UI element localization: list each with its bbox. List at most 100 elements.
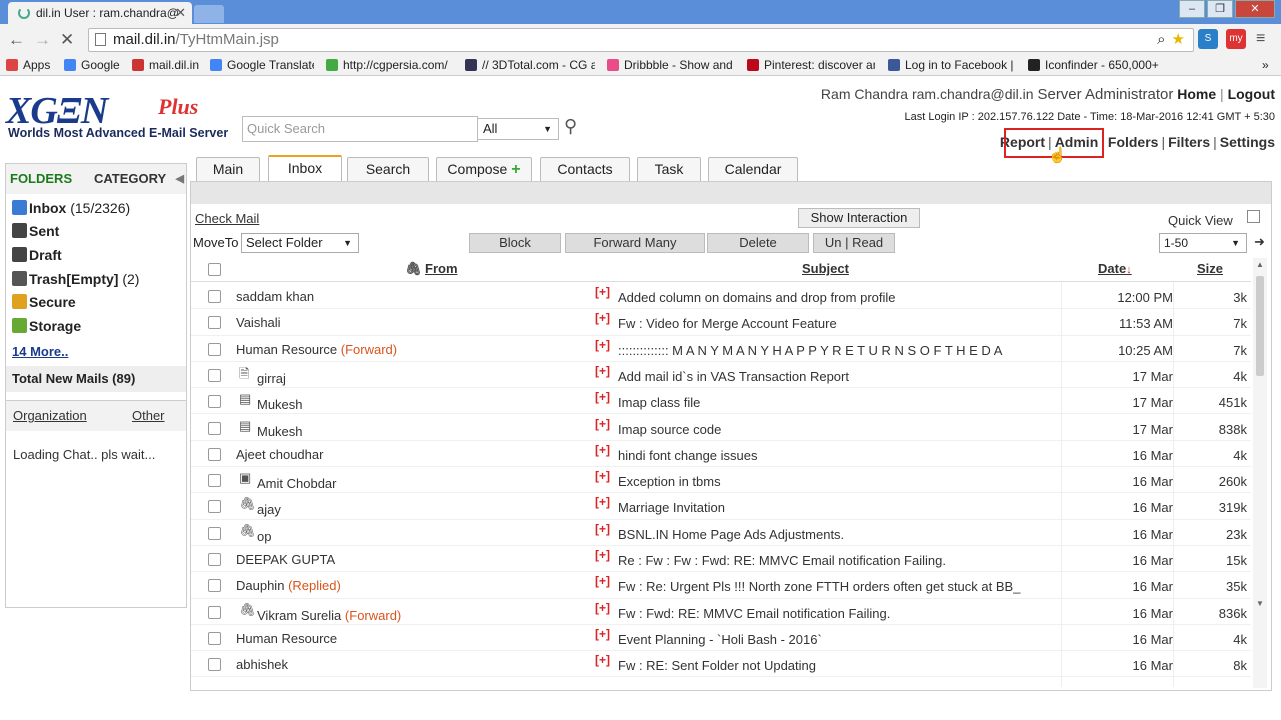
back-icon[interactable]: ←	[8, 30, 25, 50]
category-tab[interactable]: CATEGORY	[94, 164, 166, 194]
expand-flag-icon[interactable]: [+]	[595, 627, 610, 641]
from-column-header[interactable]: From	[425, 261, 458, 276]
search-scope-select[interactable]: All ▼	[477, 118, 559, 140]
message-from[interactable]: DEEPAK GUPTA	[236, 552, 335, 567]
tab-main[interactable]: Main	[196, 157, 260, 181]
message-checkbox[interactable]	[208, 474, 221, 488]
folder-draft[interactable]: Draft	[12, 247, 62, 263]
message-checkbox[interactable]	[208, 342, 221, 356]
bookmark-item[interactable]: // 3DTotal.com - CG a	[465, 58, 595, 72]
read-unread-button[interactable]: Un | Read	[813, 233, 895, 253]
message-subject[interactable]: Imap class file	[618, 395, 1058, 410]
address-bar[interactable]: mail.dil.in/TyHtmMain.jsp ⌕ ★	[88, 28, 1194, 52]
bookmark-item[interactable]: Pinterest: discover anc	[747, 58, 875, 72]
bookmark-item[interactable]: Iconfinder - 650,000+	[1028, 58, 1160, 72]
bookmark-item[interactable]: http://cgpersia.com/	[326, 58, 452, 72]
message-subject[interactable]: :::::::::::::: M A N Y M A N Y H A P P Y…	[618, 343, 1058, 358]
message-subject[interactable]: BSNL.IN Home Page Ads Adjustments.	[618, 527, 1058, 542]
scroll-thumb[interactable]	[1256, 276, 1264, 376]
folder-storage[interactable]: Storage	[12, 318, 81, 334]
delete-button[interactable]: Delete	[707, 233, 809, 253]
search-icon[interactable]: ⚲	[564, 116, 586, 140]
message-subject[interactable]: Exception in tbms	[618, 474, 1058, 489]
quick-search-input[interactable]: Quick Search	[242, 116, 478, 142]
message-checkbox[interactable]	[208, 553, 221, 566]
expand-flag-icon[interactable]: [+]	[595, 311, 610, 325]
expand-flag-icon[interactable]: [+]	[595, 417, 610, 431]
filters-link[interactable]: Filters	[1168, 134, 1210, 150]
read-link[interactable]: Read	[852, 235, 883, 250]
message-subject[interactable]: Fw : Video for Merge Account Feature	[618, 316, 1058, 331]
expand-flag-icon[interactable]: [+]	[595, 364, 610, 378]
home-link[interactable]: Home	[1177, 86, 1216, 102]
expand-flag-icon[interactable]: [+]	[595, 390, 610, 404]
message-from[interactable]: Mukesh	[257, 397, 303, 412]
size-column-header[interactable]: Size	[1197, 261, 1223, 276]
message-checkbox[interactable]	[208, 605, 221, 619]
quick-view-checkbox[interactable]	[1247, 210, 1260, 223]
message-from[interactable]: ajay	[257, 502, 281, 517]
browser-tab[interactable]: dil.in User : ram.chandra@ ✕	[8, 2, 192, 24]
select-all-checkbox[interactable]	[208, 263, 221, 276]
close-tab-icon[interactable]: ✕	[175, 2, 186, 24]
message-from[interactable]: Amit Chobdar	[257, 476, 336, 491]
settings-link[interactable]: Settings	[1220, 134, 1275, 150]
maximize-button[interactable]: ❐	[1207, 0, 1233, 18]
chat-tab-other[interactable]: Other	[132, 401, 165, 431]
message-checkbox[interactable]	[208, 421, 221, 435]
zoom-icon[interactable]: ⌕	[1157, 29, 1165, 51]
expand-flag-icon[interactable]: [+]	[595, 443, 610, 457]
new-tab-button[interactable]	[194, 5, 224, 23]
block-button[interactable]: Block	[469, 233, 561, 253]
message-row[interactable]: Dauphin (Replied) [+] Fw : Re: Urgent Pl…	[191, 572, 1251, 599]
message-checkbox[interactable]	[208, 658, 221, 672]
message-row[interactable]: Human Resource [+] Event Planning - `Hol…	[191, 625, 1251, 652]
message-subject[interactable]: Fw : RE: Sent Folder not Updating	[618, 658, 1058, 673]
message-row[interactable]: Ajeet choudhar [+] hindi font change iss…	[191, 441, 1251, 468]
tab-contacts[interactable]: Contacts	[540, 157, 630, 181]
message-row[interactable]: 🗎 girraj [+] Add mail id`s in VAS Transa…	[191, 362, 1251, 389]
message-row[interactable]: DEEPAK GUPTA [+] Re : Fw : Fw : Fwd: RE:…	[191, 546, 1251, 573]
bookmark-item[interactable]: Log in to Facebook | F	[888, 58, 1016, 72]
folders-tab[interactable]: FOLDERS	[10, 164, 72, 194]
move-to-select[interactable]: Select Folder ▼	[241, 233, 359, 253]
bookmark-item[interactable]: mail.dil.in	[132, 58, 204, 72]
expand-flag-icon[interactable]: [+]	[595, 601, 610, 615]
tab-compose[interactable]: Compose +	[436, 157, 532, 181]
message-from[interactable]: Vikram Surelia (Forward)	[257, 608, 401, 623]
message-checkbox[interactable]	[208, 290, 221, 303]
tab-search[interactable]: Search	[347, 157, 429, 181]
bookmark-item[interactable]: Apps	[6, 58, 60, 72]
message-from[interactable]: abhishek	[236, 657, 288, 672]
folder-inbox[interactable]: Inbox (15/2326)	[12, 200, 130, 216]
message-checkbox[interactable]	[208, 500, 221, 514]
minimize-button[interactable]: –	[1179, 0, 1205, 18]
close-window-button[interactable]: ✕	[1235, 0, 1275, 18]
expand-flag-icon[interactable]: [+]	[595, 653, 610, 667]
check-mail-link[interactable]: Check Mail	[195, 211, 259, 226]
message-from[interactable]: girraj	[257, 371, 286, 386]
show-interaction-button[interactable]: Show Interaction	[798, 208, 920, 228]
folder-secure[interactable]: Secure	[12, 294, 76, 310]
message-row[interactable]: saddam khan [+] Added column on domains …	[191, 283, 1251, 310]
message-subject[interactable]: Fw : Re: Urgent Pls !!! North zone FTTH …	[618, 579, 1058, 594]
message-from[interactable]: Mukesh	[257, 424, 303, 439]
logout-link[interactable]: Logout	[1228, 86, 1275, 102]
message-subject[interactable]: Added column on domains and drop from pr…	[618, 290, 1058, 305]
expand-flag-icon[interactable]: [+]	[595, 469, 610, 483]
message-row[interactable]: 🖇 op [+] BSNL.IN Home Page Ads Adjustmen…	[191, 520, 1251, 546]
expand-flag-icon[interactable]: [+]	[595, 285, 610, 299]
message-checkbox[interactable]	[208, 447, 221, 461]
tab-inbox[interactable]: Inbox	[268, 155, 342, 181]
message-row[interactable]: Vaishali [+] Fw : Video for Merge Accoun…	[191, 309, 1251, 336]
message-subject[interactable]: Re : Fw : Fw : Fwd: RE: MMVC Email notif…	[618, 553, 1058, 568]
message-from[interactable]: Vaishali	[236, 315, 281, 330]
subject-column-header[interactable]: Subject	[802, 261, 849, 276]
forward-many-button[interactable]: Forward Many	[565, 233, 705, 253]
expand-flag-icon[interactable]: [+]	[595, 495, 610, 509]
stop-icon[interactable]: ✕	[60, 30, 74, 50]
message-subject[interactable]: Imap source code	[618, 422, 1058, 437]
message-checkbox[interactable]	[208, 526, 221, 540]
message-subject[interactable]: Add mail id`s in VAS Transaction Report	[618, 369, 1058, 384]
tab-calendar[interactable]: Calendar	[708, 157, 798, 181]
